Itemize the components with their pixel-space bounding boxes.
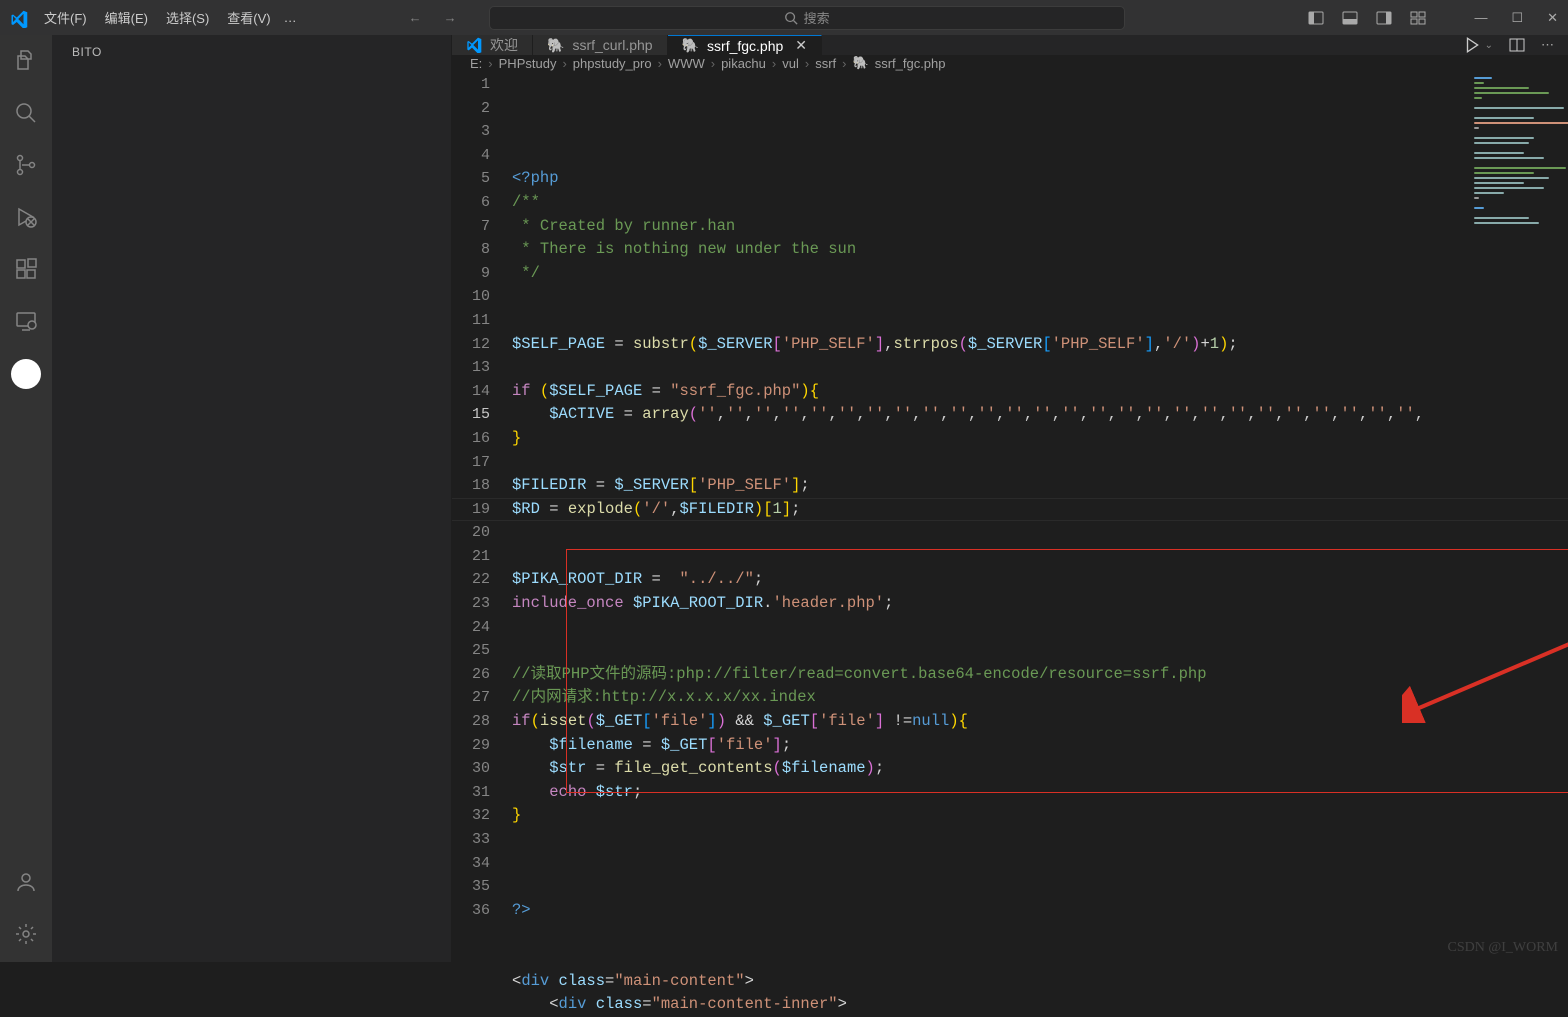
command-center-search[interactable]: 搜索	[489, 6, 1125, 30]
breadcrumb-segment[interactable]: phpstudy_pro	[573, 56, 652, 71]
bito-icon[interactable]	[11, 359, 41, 389]
title-bar: 文件(F) 编辑(E) 选择(S) 查看(V) … ← → 搜索 — ☐ ✕	[0, 0, 1568, 35]
source-control-icon[interactable]	[12, 151, 40, 179]
menu-edit[interactable]: 编辑(E)	[105, 8, 148, 27]
breadcrumb-segment[interactable]: pikachu	[721, 56, 766, 71]
run-file-button[interactable]	[1463, 36, 1481, 54]
account-icon[interactable]	[12, 868, 40, 896]
code-editor[interactable]: 1234567891011121314151617181920212223242…	[452, 71, 1568, 1017]
breadcrumb-file[interactable]: ssrf_fgc.php	[875, 56, 946, 71]
tab-ssrf-fgc[interactable]: 🐘 ssrf_fgc.php ✕	[668, 35, 822, 55]
window-close-button[interactable]: ✕	[1547, 10, 1558, 26]
tab-ssrf-curl[interactable]: 🐘 ssrf_curl.php	[533, 35, 668, 55]
sidebar-title: BITO	[52, 35, 451, 69]
breadcrumb[interactable]: E:› PHPstudy› phpstudy_pro› WWW› pikachu…	[452, 55, 1568, 71]
editor-area: 欢迎 🐘 ssrf_curl.php 🐘 ssrf_fgc.php ✕ ⌄ ⋯ …	[452, 35, 1568, 962]
menu-select[interactable]: 选择(S)	[166, 8, 209, 27]
menu-file[interactable]: 文件(F)	[44, 8, 87, 27]
extensions-icon[interactable]	[12, 255, 40, 283]
window-maximize-button[interactable]: ☐	[1511, 10, 1523, 26]
sidebar-panel: BITO	[52, 35, 452, 962]
search-icon	[784, 11, 798, 25]
run-debug-icon[interactable]	[12, 203, 40, 231]
settings-icon[interactable]	[12, 920, 40, 948]
search-icon[interactable]	[12, 99, 40, 127]
tab-welcome[interactable]: 欢迎	[452, 35, 533, 55]
menu-overflow[interactable]: …	[284, 10, 297, 25]
tab-label: 欢迎	[490, 35, 518, 55]
tab-label: ssrf_curl.php	[572, 37, 652, 53]
breadcrumb-segment[interactable]: vul	[782, 56, 799, 71]
breadcrumb-segment[interactable]: PHPstudy	[499, 56, 557, 71]
explorer-icon[interactable]	[12, 47, 40, 75]
breadcrumb-segment[interactable]: E:	[470, 56, 482, 71]
vscode-logo-icon	[10, 10, 26, 26]
search-placeholder: 搜索	[804, 8, 830, 27]
layout-customize-icon[interactable]	[1410, 10, 1426, 26]
activity-bar	[0, 35, 52, 962]
nav-back-button[interactable]: ←	[409, 10, 422, 25]
breadcrumb-segment[interactable]: ssrf	[815, 56, 836, 71]
php-icon: 🐘	[682, 37, 699, 54]
split-editor-button[interactable]	[1509, 37, 1525, 53]
php-icon: 🐘	[547, 37, 564, 54]
code-content[interactable]: <?php/** * Created by runner.han * There…	[512, 71, 1568, 1017]
more-actions-button[interactable]: ⋯	[1541, 37, 1554, 53]
window-minimize-button[interactable]: —	[1474, 10, 1487, 26]
nav-forward-button[interactable]: →	[444, 10, 457, 25]
watermark-text: CSDN @I_WORM	[1447, 940, 1558, 956]
editor-tabs: 欢迎 🐘 ssrf_curl.php 🐘 ssrf_fgc.php ✕ ⌄ ⋯	[452, 35, 1568, 55]
breadcrumb-segment[interactable]: WWW	[668, 56, 705, 71]
layout-bottom-icon[interactable]	[1342, 10, 1358, 26]
minimap[interactable]	[1468, 71, 1568, 331]
tab-close-icon[interactable]: ✕	[795, 37, 807, 54]
menu-view[interactable]: 查看(V)	[227, 8, 270, 27]
vscode-icon	[466, 37, 482, 53]
layout-primary-icon[interactable]	[1308, 10, 1324, 26]
tab-label: ssrf_fgc.php	[707, 38, 783, 54]
remote-explorer-icon[interactable]	[12, 307, 40, 335]
main-menu: 文件(F) 编辑(E) 选择(S) 查看(V)	[44, 8, 271, 27]
line-number-gutter: 1234567891011121314151617181920212223242…	[452, 71, 512, 1017]
php-icon: 🐘	[853, 55, 869, 71]
layout-secondary-icon[interactable]	[1376, 10, 1392, 26]
